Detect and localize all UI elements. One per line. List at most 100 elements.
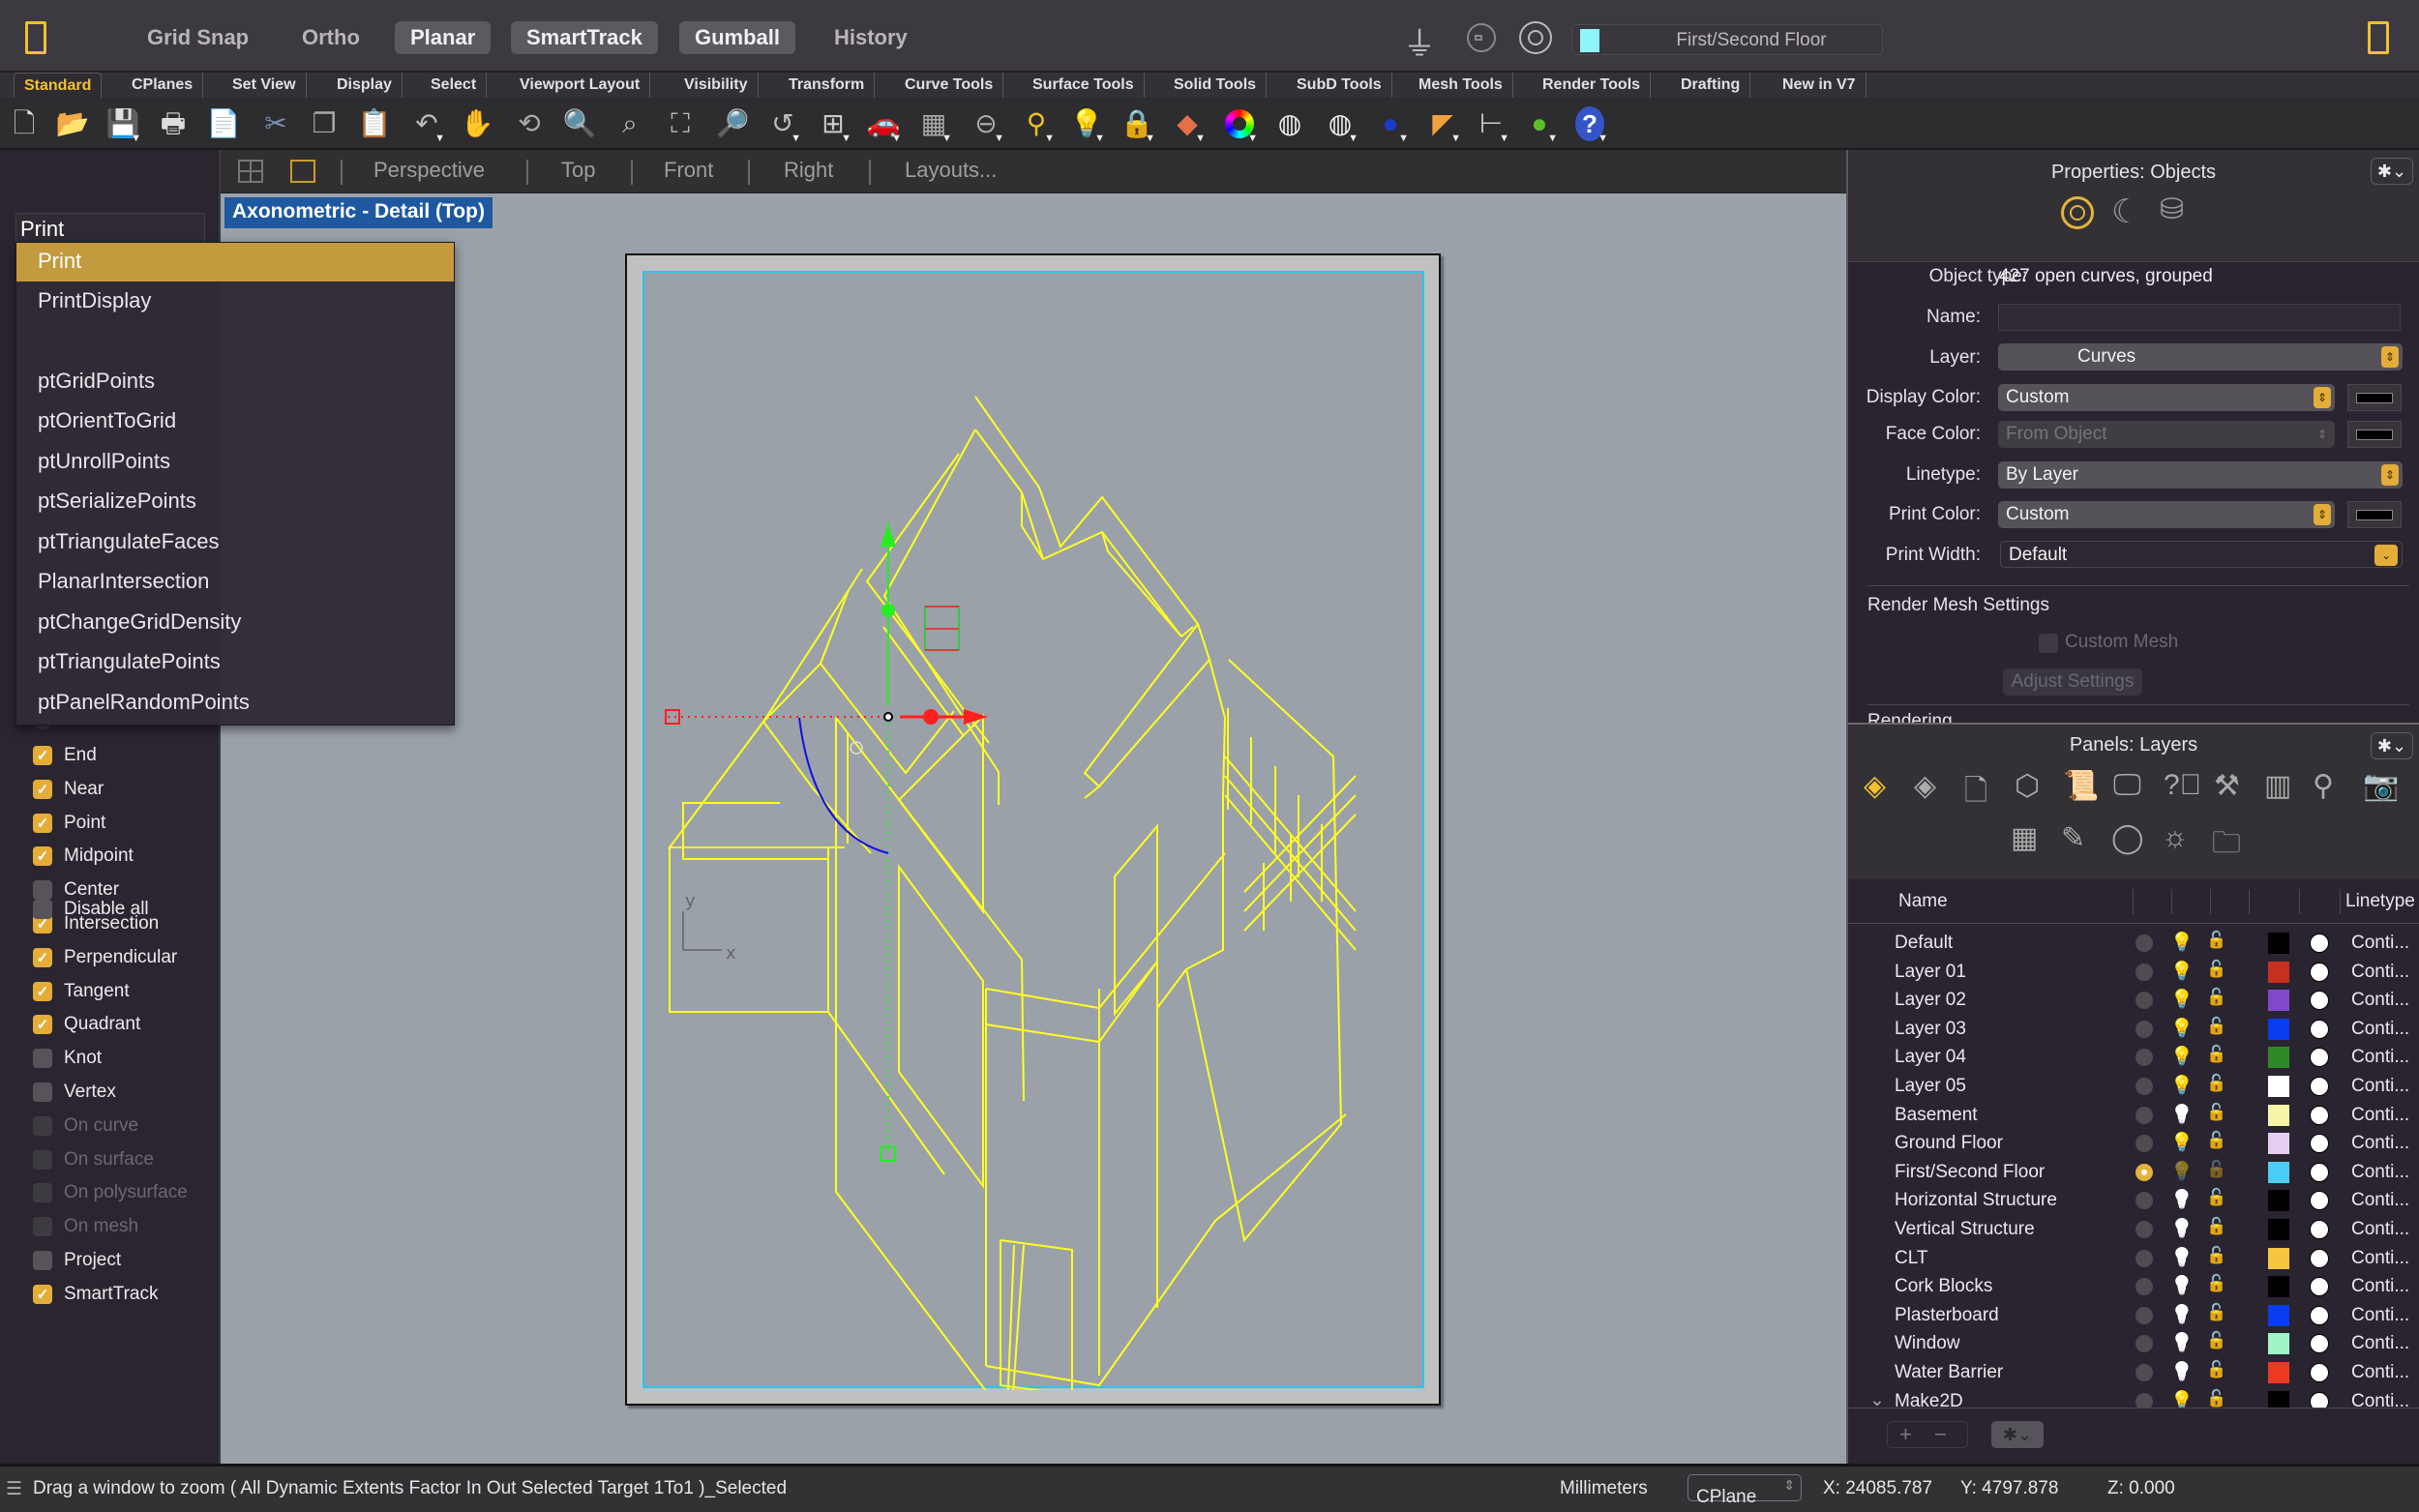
layer-name[interactable]: CLT (1895, 1248, 1927, 1269)
gumball-icon[interactable]: ⊖ ▼ (968, 105, 1004, 144)
autocomplete-item[interactable]: ptGridPoints (16, 363, 454, 401)
current-layer-indicator[interactable] (2135, 1278, 2153, 1296)
print-color-swatch[interactable] (2310, 1019, 2329, 1039)
current-layer-indicator[interactable] (2135, 1392, 2153, 1408)
print-color-swatch[interactable] (2347, 501, 2402, 528)
current-layer-indicator[interactable] (2135, 1221, 2153, 1238)
print-color-swatch[interactable] (2310, 1134, 2329, 1154)
tab-render-tools[interactable]: Render Tools (1533, 73, 1652, 100)
named-views-camera-icon[interactable]: 📷 (2363, 769, 2399, 803)
print-color-swatch[interactable] (2310, 962, 2329, 982)
checkbox[interactable] (33, 900, 52, 919)
col-name[interactable]: Name (1898, 891, 1948, 912)
unlocked-icon[interactable]: 🔓 (2206, 1246, 2226, 1265)
layer-name[interactable]: Window (1895, 1333, 1960, 1354)
zoom-window-icon[interactable]: ⌕ (612, 105, 648, 142)
current-layer-indicator[interactable] (2135, 934, 2153, 952)
cplane-grid-icon[interactable]: ▦ ▼ (915, 105, 952, 144)
layer-linetype[interactable]: Conti... (2351, 1219, 2409, 1240)
checkbox-checked[interactable]: ✓ (33, 1015, 52, 1035)
unlocked-icon[interactable]: 🔓 (2206, 1160, 2226, 1179)
display-color-select[interactable]: Custom ⇕ (1998, 384, 2335, 411)
unlocked-icon[interactable]: 🔓 (2206, 1217, 2226, 1236)
layer-row[interactable]: Water Barrier 💡 🔓 Conti... (1848, 1358, 2419, 1387)
units-label[interactable]: Millimeters (1560, 1478, 1648, 1499)
layer-linetype[interactable]: Conti... (2351, 990, 2409, 1011)
layer-linetype[interactable]: Conti... (2351, 962, 2409, 983)
dimension-icon[interactable]: ⊢ ▼ (1473, 105, 1509, 144)
tab-perspective[interactable]: Perspective (373, 158, 485, 183)
layer-row[interactable]: First/Second Floor 💡 🔓 Conti... (1848, 1158, 2419, 1187)
layer-color-swatch[interactable] (2268, 1190, 2289, 1212)
layer-linetype[interactable]: Conti... (2351, 1362, 2409, 1383)
light-bulb-on-icon[interactable]: 💡 (2170, 988, 2194, 1011)
checkbox-checked[interactable]: ✓ (33, 746, 52, 765)
light-bulb-off-icon[interactable]: 💡 (2170, 1303, 2194, 1326)
print-color-swatch[interactable] (2310, 1077, 2329, 1096)
grasshopper-icon[interactable]: ● ▼ (1521, 105, 1558, 144)
osnap-smarttrack[interactable]: ✓ SmartTrack (33, 1281, 158, 1308)
tab-select[interactable]: Select (421, 73, 488, 100)
checkbox-checked[interactable]: ✓ (33, 813, 52, 833)
command-input[interactable] (15, 213, 205, 246)
tab-set-view[interactable]: Set View (223, 73, 307, 100)
layer-row[interactable]: Window 💡 🔓 Conti... (1848, 1329, 2419, 1358)
layer-select[interactable]: Curves ⇕ (1998, 343, 2403, 371)
wireframe-sphere-icon[interactable]: ◍ (1271, 105, 1308, 142)
lock-icon[interactable]: 🔒 ▼ (1119, 105, 1155, 144)
coord-system-select[interactable]: CPlane ⇕ (1687, 1474, 1802, 1507)
record-history-icon[interactable] (1519, 21, 1552, 54)
layer-row[interactable]: Cork Blocks 💡 🔓 Conti... (1848, 1272, 2419, 1301)
light-bulb-off-icon[interactable]: 💡 (2170, 1188, 2194, 1211)
layer-color-swatch[interactable] (2268, 1047, 2289, 1069)
unlocked-icon[interactable]: 🔓 (2206, 960, 2226, 979)
zoom-selected-icon[interactable]: 🔎 (714, 105, 751, 142)
print-color-swatch[interactable] (2310, 1220, 2329, 1239)
print-color-swatch[interactable] (2310, 1162, 2329, 1182)
unlocked-icon[interactable]: 🔓 (2206, 1360, 2226, 1379)
osnap-vertex[interactable]: Vertex (33, 1079, 116, 1106)
checkbox-checked[interactable]: ✓ (33, 779, 52, 799)
current-layer-indicator[interactable] (2135, 1135, 2153, 1153)
layer-row[interactable]: Default 💡 🔓 Conti... (1848, 929, 2419, 958)
object-properties-tab-icon[interactable] (2061, 196, 2094, 229)
print-width-select[interactable]: Default ⌄ (2000, 541, 2403, 568)
osnap-perpendicular[interactable]: ✓ Perpendicular (33, 944, 177, 971)
print-color-select[interactable]: Custom ⇕ (1998, 501, 2335, 528)
layer-row[interactable]: Layer 01 💡 🔓 Conti... (1848, 958, 2419, 987)
layer-name[interactable]: Make2D (1895, 1391, 1963, 1408)
tab-drafting[interactable]: Drafting (1671, 73, 1751, 100)
layer-name[interactable]: Ground Floor (1895, 1133, 2003, 1154)
layer-name[interactable]: Water Barrier (1895, 1362, 2003, 1383)
unlocked-icon[interactable]: 🔓 (2206, 1389, 2226, 1408)
tab-layouts[interactable]: Layouts... (905, 158, 997, 183)
autocomplete-item[interactable]: ptSerializePoints (16, 483, 454, 521)
layer-row[interactable]: CLT 💡 🔓 Conti... (1848, 1244, 2419, 1273)
current-layer-indicator[interactable] (2135, 1020, 2153, 1038)
layer-row[interactable]: Layer 04 💡 🔓 Conti... (1848, 1043, 2419, 1072)
layer-row[interactable]: Layer 02 💡 🔓 Conti... (1848, 986, 2419, 1015)
copy-icon[interactable]: ❐ (306, 105, 343, 142)
layer-color-swatch[interactable] (2268, 1304, 2289, 1326)
osnap-near[interactable]: ✓ Near (33, 776, 104, 803)
new-document-icon[interactable]: 🗋 (6, 105, 43, 142)
toggle-history[interactable]: History (819, 21, 923, 54)
current-layer-indicator[interactable] (2135, 963, 2153, 981)
layout-page-icon[interactable]: ▥ (2264, 769, 2291, 803)
layer-color-swatch[interactable] (2268, 1018, 2289, 1040)
print-color-swatch[interactable] (2310, 1363, 2329, 1382)
current-layer-indicator[interactable] (2135, 1249, 2153, 1267)
layer-linetype[interactable]: Conti... (2351, 1162, 2409, 1183)
layer-name[interactable]: Layer 03 (1895, 1019, 1966, 1040)
print-color-swatch[interactable] (2310, 1191, 2329, 1211)
osnap-midpoint[interactable]: ✓ Midpoint (33, 843, 134, 870)
checkbox[interactable] (33, 1082, 52, 1102)
print-color-swatch[interactable] (2310, 934, 2329, 953)
toggle-right-sidebar-icon[interactable] (2368, 21, 2389, 54)
layer-linetype[interactable]: Conti... (2351, 1019, 2409, 1040)
notes-scroll-icon[interactable]: 📜 (2063, 769, 2099, 803)
named-views-car-icon[interactable]: 🚗 ▼ (865, 105, 902, 144)
light-bulb-off-icon[interactable]: 💡 (2170, 1217, 2194, 1240)
layer-linetype[interactable]: Conti... (2351, 1391, 2409, 1408)
light-bulb-on-icon[interactable]: 💡 (2170, 960, 2194, 983)
